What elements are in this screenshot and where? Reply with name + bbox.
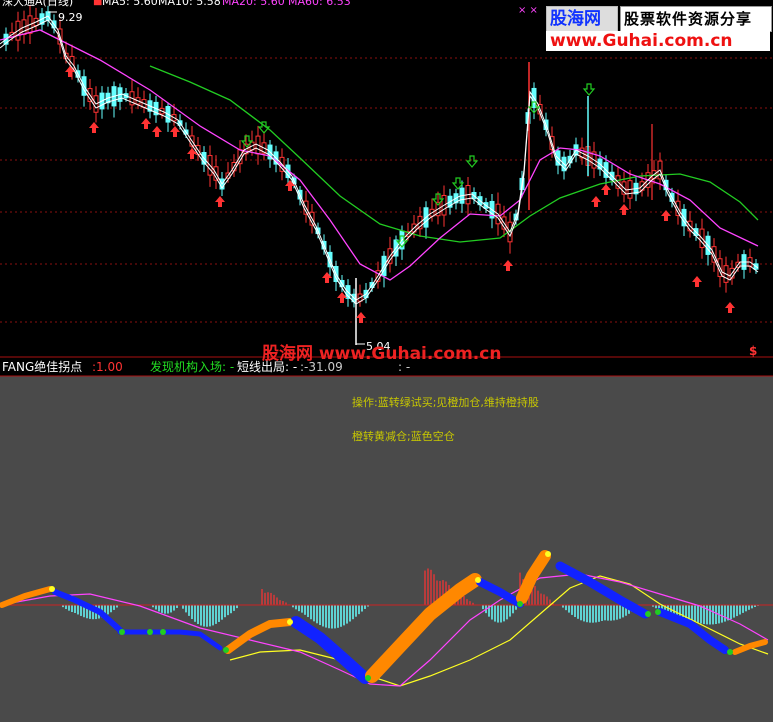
turn-point-dot bbox=[287, 619, 293, 625]
operation-note-2: 橙转黄减仓;蓝色空仓 bbox=[352, 430, 455, 443]
turn-point-dot bbox=[475, 577, 481, 583]
operation-note-1: 操作:蓝转绿试买;见橙加仓,维持橙持股 bbox=[352, 396, 539, 409]
turn-point-dot bbox=[119, 629, 125, 635]
turn-point-dot bbox=[655, 609, 661, 615]
turn-point-dot bbox=[223, 647, 229, 653]
turn-point-dot bbox=[727, 649, 733, 655]
turn-point-dot bbox=[160, 629, 166, 635]
turn-point-dot bbox=[147, 629, 153, 635]
chart-window: 深大通A(日线) ■ MA5: 5.60 MA10: 5.58 MA20: 5.… bbox=[0, 0, 773, 722]
turn-point-dot bbox=[365, 675, 371, 681]
turn-point-dot bbox=[645, 611, 651, 617]
turn-point-dot bbox=[49, 586, 55, 592]
turn-point-dot bbox=[545, 551, 551, 557]
turn-point-dot bbox=[517, 601, 523, 607]
indicator-chart[interactable] bbox=[0, 0, 773, 722]
